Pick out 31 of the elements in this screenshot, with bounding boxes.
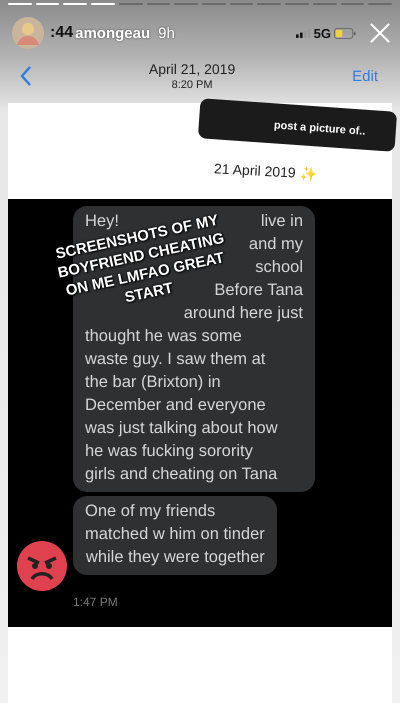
message-text: while they were together [86,547,265,568]
close-icon[interactable] [370,23,390,43]
status-time: :44 [50,24,74,42]
caption-text: 21 April 2019 ✨ [214,160,318,182]
message-text: live in [260,211,303,232]
message-time: 1:47 PM [73,595,118,609]
message-text: girls and cheating on Tana [85,464,278,485]
signal-icon [296,28,311,38]
message-text: waste guy. I saw them at [85,349,266,370]
message-text: December and everyone [85,395,266,416]
edit-button[interactable]: Edit [352,68,378,84]
message-text: was just talking about how [85,418,278,439]
message-text: thought he was some [85,326,242,347]
back-icon[interactable] [20,66,32,86]
username[interactable]: amongeau [75,24,150,42]
message-text: One of my friends [85,501,216,522]
message-text: around here just [184,303,303,324]
message-text: Before Tana [214,280,303,301]
message-text: school [255,257,303,278]
conversation-time: 8:20 PM [172,79,213,91]
avatar-icon[interactable] [12,17,44,49]
network-label: 5G [314,26,331,40]
message-text: and my [248,234,303,255]
angry-face-icon [17,541,67,591]
battery-icon [334,28,356,38]
story-age: 9h [158,24,175,42]
message-text: he was fucking sorority [85,441,253,462]
message-text: matched w him on tinder [85,524,265,545]
conversation-date: April 21, 2019 [148,61,236,77]
message-text: the bar (Brixton) in [85,372,221,393]
question-sticker: post a picture of.. [198,98,398,152]
